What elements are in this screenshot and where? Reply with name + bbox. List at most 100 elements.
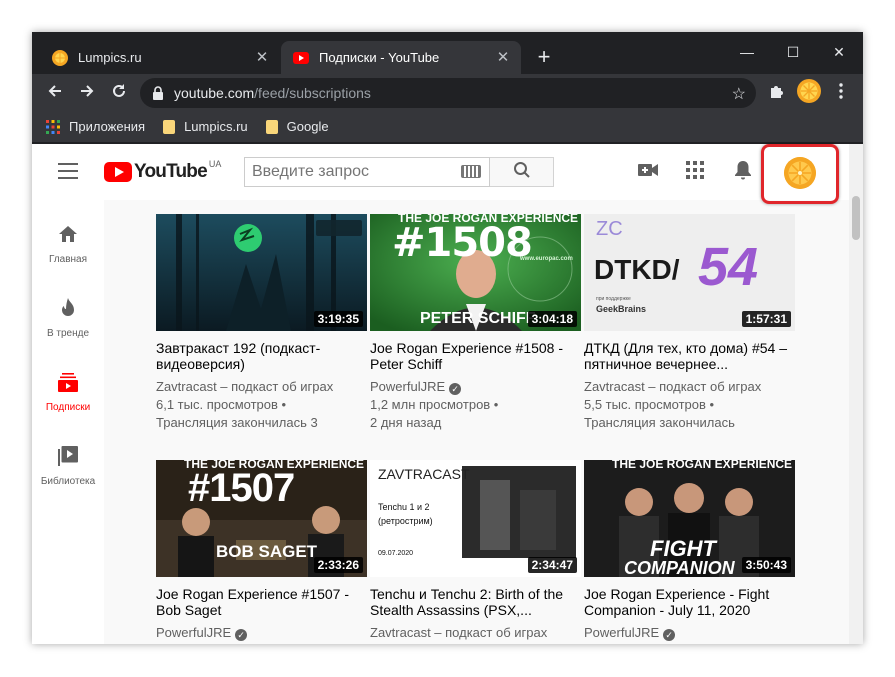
thumb-line2: COMPANION (624, 558, 735, 577)
region-code: UA (208, 159, 222, 169)
hamburger-menu-icon[interactable] (58, 163, 78, 179)
thumb-episode-number: #1508 (392, 220, 533, 266)
tab-strip: Lumpics.ru ✕ Подписки - YouTube ✕ + — ☐ … (32, 32, 863, 74)
profile-button[interactable] (795, 78, 823, 108)
folder-icon (265, 119, 278, 134)
guide-item-library[interactable]: Библиотека (32, 444, 104, 487)
tab-label: Подписки - YouTube (319, 50, 440, 65)
video-channel[interactable]: Zavtracast – подкаст об играх (156, 378, 367, 396)
video-thumbnail[interactable]: THE JOE ROGAN EXPERIENCE #1507 BOB SAGET… (156, 460, 367, 577)
tab-label: Lumpics.ru (78, 50, 142, 65)
tab-lumpics[interactable]: Lumpics.ru ✕ (40, 41, 280, 74)
page-scrollbar[interactable] (849, 144, 863, 644)
url-path: /feed/subscriptions (254, 85, 371, 101)
video-title[interactable]: Joe Rogan Experience #1508 - Peter Schif… (370, 340, 581, 372)
video-thumbnail[interactable]: ZAVTRACAST Tenchu 1 и 2 (ретрострим) 09.… (370, 460, 581, 577)
tab-close-icon[interactable]: ✕ (254, 49, 270, 66)
video-when: Трансляция закончилась (584, 415, 735, 430)
maximize-button[interactable]: ☐ (775, 38, 811, 66)
video-title[interactable]: ДТКД (Для тех, кто дома) #54 – пятничное… (584, 340, 795, 372)
video-meta: Zavtracast – подкаст об играх 6,1 тыс. п… (156, 378, 367, 432)
minimize-button[interactable]: — (729, 38, 765, 66)
video-when: Трансляция закончилась 3 (156, 415, 318, 430)
create-video-button[interactable] (636, 160, 660, 184)
new-tab-button[interactable]: + (532, 45, 556, 69)
video-views: 6,1 тыс. просмотров • (156, 397, 287, 412)
video-channel-row: PowerfulJRE ✓ (156, 624, 367, 642)
back-button[interactable] (42, 80, 68, 106)
video-channel[interactable]: PowerfulJRE (156, 625, 231, 640)
address-bar[interactable]: youtube.com/feed/subscriptions ☆ (140, 78, 756, 108)
video-meta: Zavtracast – подкаст об играх 5,5 тыс. п… (584, 378, 795, 432)
guide-label: Подписки (45, 402, 91, 413)
video-thumbnail[interactable]: 3:19:35 (156, 214, 367, 331)
search-placeholder: Введите запрос (252, 163, 369, 180)
kebab-menu-icon (839, 82, 843, 104)
arrow-left-icon (47, 83, 63, 104)
video-title[interactable]: Завтракаст 192 (подкаст-видеоверсия) (156, 340, 367, 372)
thumb-episode-number: #1507 (188, 466, 295, 510)
library-icon (56, 444, 80, 468)
video-meta: PowerfulJRE ✓ (156, 624, 367, 642)
video-thumbnail[interactable]: ZC DTKD/ 54 при поддержке GeekBrains 1:5… (584, 214, 795, 331)
video-thumbnail[interactable]: THE JOE ROGAN EXPERIENCE #1508 www.europ… (370, 214, 581, 331)
keyboard-icon[interactable] (461, 165, 481, 178)
bookmark-star-icon[interactable]: ☆ (732, 84, 746, 104)
guide-item-subscriptions[interactable]: Подписки (32, 370, 104, 413)
forward-button[interactable] (74, 80, 100, 106)
bookmark-lumpics[interactable]: Lumpics.ru (163, 119, 248, 134)
browser-toolbar: youtube.com/feed/subscriptions ☆ (32, 74, 863, 111)
reload-button[interactable] (106, 80, 132, 106)
thumb-caption: THE JOE ROGAN EXPERIENCE (612, 460, 793, 471)
video-meta: PowerfulJRE ✓ (584, 624, 795, 642)
thumb-brand: ZC (596, 218, 623, 240)
bookmark-google[interactable]: Google (265, 119, 329, 134)
verified-check-icon: ✓ (663, 629, 676, 641)
video-meta: PowerfulJRE ✓ 1,2 млн просмотров • 2 дня … (370, 378, 581, 432)
account-avatar-button[interactable] (784, 157, 816, 189)
bookmark-label: Google (286, 119, 329, 134)
search-button[interactable] (490, 157, 554, 187)
tab-youtube-subscriptions[interactable]: Подписки - YouTube ✕ (281, 41, 521, 74)
apps-grid-icon (46, 119, 60, 134)
close-window-button[interactable]: ✕ (821, 38, 857, 66)
scrollbar-thumb[interactable] (852, 196, 860, 240)
video-channel[interactable]: Zavtracast – подкаст об играх (370, 624, 581, 642)
video-meta: Zavtracast – подкаст об играх (370, 624, 581, 642)
verified-check-icon: ✓ (449, 383, 462, 395)
tab-close-icon[interactable]: ✕ (495, 49, 511, 66)
notifications-button[interactable] (731, 160, 755, 184)
search-input[interactable]: Введите запрос (244, 157, 490, 187)
bookmark-apps[interactable]: Приложения (46, 119, 145, 134)
apps-button[interactable] (683, 160, 707, 184)
video-duration: 3:04:18 (527, 311, 577, 327)
guide-item-home[interactable]: Главная (32, 222, 104, 265)
video-thumbnail[interactable]: THE JOE ROGAN EXPERIENCE FIGHT COMPANION… (584, 460, 795, 577)
video-camera-plus-icon (637, 162, 659, 183)
lock-icon (152, 86, 164, 100)
video-duration: 1:57:31 (741, 311, 791, 327)
video-duration: 2:33:26 (313, 557, 363, 573)
video-channel[interactable]: PowerfulJRE (584, 625, 659, 640)
video-channel-row: PowerfulJRE ✓ (584, 624, 795, 642)
guide-sidebar: Главная В тренде Подписки Библиотека (32, 200, 104, 644)
guide-item-trending[interactable]: В тренде (32, 296, 104, 339)
bookmark-label: Приложения (69, 119, 146, 134)
extensions-button[interactable] (764, 80, 790, 106)
video-title[interactable]: Tenchu и Tenchu 2: Birth of the Stealth … (370, 586, 581, 618)
chrome-menu-button[interactable] (828, 80, 854, 106)
orange-avatar-icon (797, 78, 821, 108)
thumb-date: 09.07.2020 (378, 550, 414, 557)
video-channel[interactable]: PowerfulJRE (370, 379, 445, 394)
thumb-guest-name: PETER SCHIFF (420, 310, 536, 327)
youtube-play-icon (104, 162, 132, 182)
thumb-number: 54 (698, 237, 759, 297)
youtube-header: YouTube UA Введите запрос (32, 144, 849, 204)
video-title[interactable]: Joe Rogan Experience - Fight Companion -… (584, 586, 795, 618)
video-channel[interactable]: Zavtracast – подкаст об играх (584, 378, 795, 396)
video-title[interactable]: Joe Rogan Experience #1507 - Bob Saget (156, 586, 367, 618)
thumb-sponsor-note: при поддержке (596, 296, 631, 302)
browser-window: Lumpics.ru ✕ Подписки - YouTube ✕ + — ☐ … (32, 32, 863, 644)
youtube-logo[interactable]: YouTube UA (104, 159, 222, 183)
video-duration: 3:50:43 (741, 557, 791, 573)
